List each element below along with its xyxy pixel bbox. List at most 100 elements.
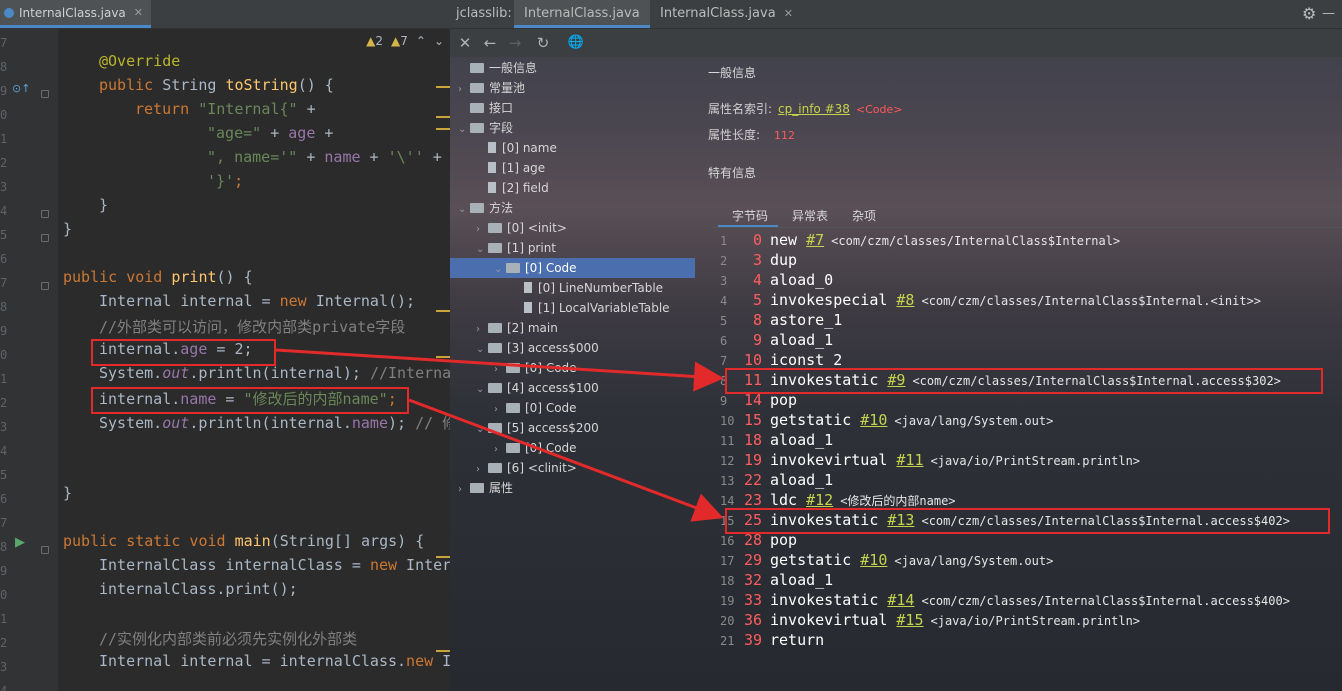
bytecode-row[interactable]: 5 8 astore_1 [720, 310, 842, 330]
code-line[interactable]: public String toString() { [99, 76, 334, 100]
close-icon[interactable]: ✕ [784, 7, 793, 20]
chevron-down-icon[interactable]: ⌄ [458, 200, 470, 220]
chevron-right-icon[interactable]: › [476, 220, 488, 240]
tree-node[interactable]: › [6] <clinit> [476, 458, 577, 478]
tree-node[interactable]: [1] LocalVariableTable [512, 298, 670, 318]
bytecode-row[interactable]: 4 5 invokespecial #8 <com/czm/classes/Intern… [720, 290, 1261, 310]
constant-pool-ref-link[interactable]: #11 [896, 451, 923, 469]
chevron-right-icon[interactable]: › [476, 460, 488, 480]
tab-bytecode[interactable]: 字节码 [732, 205, 768, 227]
tree-node[interactable]: ⌄ [5] access$200 [476, 418, 599, 438]
code-line[interactable]: System.out.println(internal.name); // 修 [99, 412, 450, 436]
code-line[interactable]: Internal internal = internalClass.new I [99, 652, 450, 676]
tree-node[interactable]: 一般信息 [458, 58, 537, 78]
tree-node[interactable]: › 常量池 [458, 78, 525, 98]
constant-pool-ref-link[interactable]: #15 [896, 611, 923, 629]
constant-pool-ref-link[interactable]: #8 [896, 291, 914, 309]
tab-misc[interactable]: 杂项 [852, 205, 876, 227]
back-arrow-icon[interactable]: ← [479, 29, 501, 57]
bytecode-row[interactable]: 10 15 getstatic #10 <java/lang/System.out> [720, 410, 1053, 430]
tree-node[interactable]: ⌄ [3] access$000 [476, 338, 599, 358]
bytecode-row[interactable]: 18 32 aload_1 [720, 570, 833, 590]
fold-toggle-icon[interactable] [41, 210, 49, 218]
cp-info-link[interactable]: cp_info #38 [778, 102, 850, 116]
bytecode-row[interactable]: 11 18 aload_1 [720, 430, 833, 450]
code-line[interactable]: return "Internal{" + [135, 100, 316, 124]
bytecode-row[interactable]: 2 3 dup [720, 250, 797, 270]
minimize-icon[interactable]: — [1322, 0, 1335, 28]
constant-pool-ref-link[interactable]: #10 [860, 411, 887, 429]
tree-node[interactable]: › [0] Code [494, 358, 577, 378]
chevron-right-icon[interactable]: › [494, 360, 506, 380]
chevron-right-icon[interactable]: › [476, 320, 488, 340]
close-icon[interactable]: ✕ [134, 6, 143, 19]
chevron-right-icon[interactable]: › [458, 80, 470, 100]
fold-toggle-icon[interactable] [41, 90, 49, 98]
chevron-down-icon[interactable]: ⌄ [476, 240, 488, 260]
chevron-right-icon[interactable]: › [494, 400, 506, 420]
jclasslib-panel[interactable]: jclasslib: InternalClass.java InternalCl… [450, 0, 1342, 691]
tree-node[interactable]: › 属性 [458, 478, 513, 498]
code-line[interactable]: internalClass.print(); [99, 580, 298, 604]
code-line[interactable]: '}'; [207, 172, 243, 196]
tree-node[interactable]: ⌄ [0] Code [494, 258, 577, 278]
jclasslib-tab[interactable]: InternalClass.java ✕ [660, 0, 793, 28]
code-line[interactable]: //外部类可以访问，修改内部类private字段 [99, 316, 405, 340]
constant-pool-ref-link[interactable]: #7 [806, 231, 824, 249]
code-line[interactable]: ", name='" + name + '\'' + [207, 148, 442, 172]
weak-warning-indicator[interactable]: ▲7 [391, 34, 408, 48]
constant-pool-ref-link[interactable]: #14 [887, 591, 914, 609]
run-icon[interactable]: ▶ [15, 535, 25, 550]
constant-pool-ref-link[interactable]: #12 [806, 491, 833, 509]
code-line[interactable]: Internal internal = new Internal(); [99, 292, 415, 316]
fold-toggle-icon[interactable] [41, 546, 49, 554]
fold-toggle-icon[interactable] [41, 282, 49, 290]
chevron-down-icon[interactable]: ⌄ [458, 120, 470, 140]
bytecode-row[interactable]: 20 36 invokevirtual #15 <java/io/PrintStream… [720, 610, 1140, 630]
code-line[interactable]: } [63, 484, 72, 508]
tree-node[interactable]: [0] LineNumberTable [512, 278, 663, 298]
tree-node[interactable]: ⌄ 方法 [458, 198, 513, 218]
code-line[interactable]: public static void main(String[] args) { [63, 532, 424, 556]
fold-toggle-icon[interactable] [41, 234, 49, 242]
refresh-icon[interactable]: ↻ [532, 29, 554, 57]
tree-node[interactable]: [2] field [476, 178, 549, 198]
tree-node[interactable]: ⌄ [1] print [476, 238, 556, 258]
chevron-down-icon[interactable]: ⌄ [476, 420, 488, 440]
tree-node[interactable]: [1] age [476, 158, 545, 178]
bytecode-row[interactable]: 12 19 invokevirtual #11 <java/io/PrintStream… [720, 450, 1140, 470]
bytecode-row[interactable]: 7 10 iconst_2 [720, 350, 842, 370]
code-line[interactable]: System.out.println(internal); //Interna [99, 364, 450, 388]
bytecode-row[interactable]: 6 9 aload_1 [720, 330, 833, 350]
code-line[interactable]: @Override [99, 52, 180, 76]
jclasslib-tab-active[interactable]: InternalClass.java [514, 0, 650, 28]
bytecode-row[interactable]: 3 4 aload_0 [720, 270, 833, 290]
tree-node[interactable]: [0] name [476, 138, 557, 158]
tree-node[interactable]: › [0] Code [494, 438, 577, 458]
warning-indicator[interactable]: ▲2 [366, 34, 383, 48]
chevron-down-icon[interactable]: ⌄ [494, 260, 506, 280]
code-line[interactable]: public void print() { [63, 268, 253, 292]
gear-icon[interactable]: ⚙ [1302, 0, 1316, 28]
chevron-down-icon[interactable]: ⌄ [434, 34, 444, 48]
bytecode-row[interactable]: 14 23 ldc #12 <修改后的内部name> [720, 490, 956, 510]
chevron-down-icon[interactable]: ⌄ [476, 340, 488, 360]
bytecode-row[interactable]: 17 29 getstatic #10 <java/lang/System.out> [720, 550, 1053, 570]
code-line[interactable]: } [63, 220, 72, 244]
forward-arrow-icon[interactable]: → [504, 29, 526, 57]
code-line[interactable]: InternalClass internalClass = new Inter [99, 556, 450, 580]
close-icon[interactable]: ✕ [454, 29, 476, 57]
chevron-up-icon[interactable]: ⌃ [416, 34, 426, 48]
inspection-widget[interactable]: ▲2 ▲7 ⌃ ⌄ [366, 34, 444, 48]
constant-pool-ref-link[interactable]: #10 [860, 551, 887, 569]
bytecode-row[interactable]: 19 33 invokestatic #14 <com/czm/classes/Inte… [720, 590, 1290, 610]
tree-node[interactable]: › [0] Code [494, 398, 577, 418]
chevron-right-icon[interactable]: › [494, 440, 506, 460]
tree-node[interactable]: › [2] main [476, 318, 558, 338]
chevron-right-icon[interactable]: › [458, 480, 470, 500]
tree-node[interactable]: 接口 [458, 98, 513, 118]
tree-node[interactable]: ⌄ 字段 [458, 118, 513, 138]
override-marker-icon[interactable]: ⊙↑ [12, 82, 30, 95]
chevron-down-icon[interactable]: ⌄ [476, 380, 488, 400]
code-line[interactable]: } [99, 196, 108, 220]
